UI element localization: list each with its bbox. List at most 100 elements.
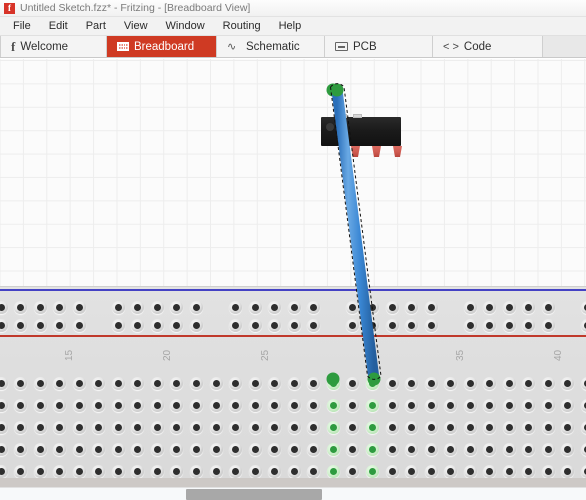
- breadboard-hole[interactable]: [72, 421, 86, 434]
- breadboard-hole[interactable]: [307, 399, 321, 412]
- breadboard-hole-connected[interactable]: [326, 421, 340, 434]
- breadboard-hole[interactable]: [33, 443, 47, 456]
- breadboard-hole[interactable]: [14, 465, 28, 478]
- breadboard-hole[interactable]: [111, 421, 125, 434]
- breadboard-hole[interactable]: [424, 443, 438, 456]
- breadboard-hole[interactable]: [190, 319, 203, 332]
- breadboard-hole[interactable]: [229, 421, 243, 434]
- breadboard-hole[interactable]: [92, 443, 106, 456]
- tab-schematic[interactable]: ∿ Schematic: [217, 36, 325, 57]
- breadboard-hole[interactable]: [287, 377, 301, 390]
- breadboard-hole[interactable]: [307, 421, 321, 434]
- breadboard-hole[interactable]: [541, 465, 555, 478]
- breadboard-hole[interactable]: [170, 465, 184, 478]
- power-rail-hole-row[interactable]: [0, 319, 586, 332]
- breadboard-hole[interactable]: [307, 465, 321, 478]
- breadboard-hole[interactable]: [229, 377, 243, 390]
- breadboard-hole[interactable]: [405, 443, 419, 456]
- breadboard-hole[interactable]: [483, 377, 497, 390]
- tab-pcb[interactable]: PCB: [325, 36, 433, 57]
- breadboard-hole[interactable]: [385, 301, 399, 314]
- breadboard-hole[interactable]: [190, 377, 203, 390]
- breadboard-hole[interactable]: [170, 319, 184, 332]
- breadboard-hole[interactable]: [405, 301, 419, 314]
- tab-welcome[interactable]: f Welcome: [0, 36, 107, 57]
- breadboard-hole[interactable]: [268, 377, 282, 390]
- breadboard-hole[interactable]: [0, 377, 8, 390]
- breadboard-hole[interactable]: [346, 399, 360, 412]
- breadboard-hole[interactable]: [33, 301, 47, 314]
- breadboard-hole[interactable]: [248, 421, 262, 434]
- breadboard-hole[interactable]: [522, 465, 536, 478]
- breadboard-hole[interactable]: [483, 399, 497, 412]
- power-rail-hole-row[interactable]: [0, 301, 586, 314]
- breadboard-hole[interactable]: [541, 443, 555, 456]
- breadboard-hole[interactable]: [346, 319, 360, 332]
- breadboard-hole[interactable]: [502, 377, 516, 390]
- breadboard-hole[interactable]: [53, 465, 67, 478]
- tab-breadboard[interactable]: Breadboard: [107, 36, 217, 57]
- breadboard-hole[interactable]: [170, 421, 184, 434]
- breadboard-hole[interactable]: [14, 399, 28, 412]
- breadboard-hole[interactable]: [33, 465, 47, 478]
- breadboard-hole[interactable]: [53, 399, 67, 412]
- breadboard-hole[interactable]: [190, 301, 203, 314]
- tab-code[interactable]: < > Code: [433, 36, 543, 57]
- breadboard-hole[interactable]: [365, 301, 379, 314]
- breadboard-hole[interactable]: [541, 399, 555, 412]
- breadboard-hole[interactable]: [209, 465, 223, 478]
- terminal-hole-row[interactable]: [0, 465, 586, 478]
- breadboard-hole[interactable]: [561, 443, 575, 456]
- breadboard-hole[interactable]: [92, 377, 106, 390]
- breadboard-hole[interactable]: [33, 399, 47, 412]
- breadboard-hole[interactable]: [14, 377, 28, 390]
- breadboard-hole[interactable]: [502, 399, 516, 412]
- breadboard-hole[interactable]: [541, 377, 555, 390]
- breadboard-hole[interactable]: [14, 443, 28, 456]
- breadboard-hole[interactable]: [483, 443, 497, 456]
- breadboard-hole[interactable]: [463, 443, 477, 456]
- breadboard-hole[interactable]: [111, 443, 125, 456]
- breadboard-hole[interactable]: [444, 443, 458, 456]
- breadboard-hole-connected[interactable]: [326, 399, 340, 412]
- breadboard-hole[interactable]: [92, 421, 106, 434]
- breadboard-hole[interactable]: [561, 465, 575, 478]
- breadboard-hole[interactable]: [111, 301, 125, 314]
- terminal-hole-row[interactable]: [0, 421, 586, 434]
- breadboard-hole[interactable]: [307, 443, 321, 456]
- breadboard-hole[interactable]: [541, 301, 555, 314]
- horizontal-scrollbar[interactable]: [0, 487, 586, 500]
- breadboard-hole[interactable]: [14, 301, 28, 314]
- breadboard-hole[interactable]: [522, 377, 536, 390]
- breadboard-hole[interactable]: [581, 377, 586, 390]
- breadboard-hole[interactable]: [287, 301, 301, 314]
- breadboard-hole[interactable]: [248, 319, 262, 332]
- breadboard-hole[interactable]: [522, 399, 536, 412]
- breadboard-hole[interactable]: [14, 319, 28, 332]
- breadboard-hole[interactable]: [561, 377, 575, 390]
- breadboard-hole[interactable]: [150, 377, 164, 390]
- breadboard-hole[interactable]: [53, 319, 67, 332]
- breadboard-hole[interactable]: [209, 443, 223, 456]
- breadboard-hole[interactable]: [229, 301, 243, 314]
- breadboard-hole[interactable]: [522, 301, 536, 314]
- breadboard-hole[interactable]: [385, 443, 399, 456]
- breadboard-hole[interactable]: [287, 399, 301, 412]
- breadboard-hole[interactable]: [541, 319, 555, 332]
- breadboard-hole[interactable]: [541, 421, 555, 434]
- breadboard-hole[interactable]: [581, 443, 586, 456]
- breadboard-hole[interactable]: [229, 465, 243, 478]
- breadboard-hole[interactable]: [581, 421, 586, 434]
- breadboard-hole[interactable]: [405, 421, 419, 434]
- breadboard-hole[interactable]: [522, 319, 536, 332]
- breadboard-hole[interactable]: [581, 465, 586, 478]
- breadboard-hole[interactable]: [307, 301, 321, 314]
- breadboard-hole[interactable]: [561, 421, 575, 434]
- breadboard-hole-connected[interactable]: [365, 443, 379, 456]
- breadboard-hole[interactable]: [14, 421, 28, 434]
- breadboard-hole[interactable]: [307, 377, 321, 390]
- breadboard-hole[interactable]: [463, 421, 477, 434]
- breadboard-hole[interactable]: [268, 399, 282, 412]
- breadboard-hole[interactable]: [33, 377, 47, 390]
- breadboard-hole[interactable]: [385, 377, 399, 390]
